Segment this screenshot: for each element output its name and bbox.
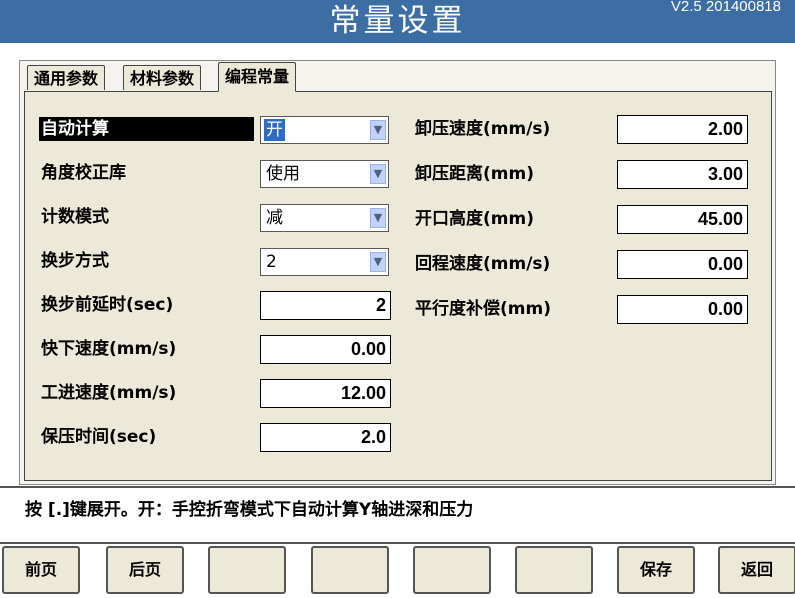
- save-button[interactable]: 保存: [617, 546, 695, 594]
- unload-speed-label: 卸压速度(mm/s): [415, 119, 551, 139]
- hold-time-label: 保压时间(sec): [41, 427, 157, 447]
- chevron-down-icon[interactable]: ▼: [370, 164, 386, 184]
- auto-calc-value: 开: [264, 119, 285, 141]
- tab-general-params[interactable]: 通用参数: [27, 65, 106, 90]
- chevron-down-icon[interactable]: ▼: [370, 208, 386, 228]
- auto-calc-select[interactable]: 开 ▼: [260, 116, 389, 144]
- angle-lib-select[interactable]: 使用 ▼: [260, 160, 389, 188]
- function-button-3[interactable]: [208, 546, 286, 594]
- unload-speed-input[interactable]: 2.00: [617, 115, 748, 144]
- fast-down-input[interactable]: 0.00: [260, 335, 391, 364]
- return-speed-label: 回程速度(mm/s): [415, 254, 551, 274]
- return-speed-input[interactable]: 0.00: [617, 250, 748, 279]
- back-button[interactable]: 返回: [718, 546, 795, 594]
- angle-lib-value: 使用: [266, 164, 300, 184]
- chevron-down-icon[interactable]: ▼: [370, 252, 386, 272]
- tab-programming-constants[interactable]: 编程常量: [218, 62, 297, 92]
- unload-dist-label: 卸压距离(mm): [415, 164, 534, 184]
- chevron-down-icon[interactable]: ▼: [370, 120, 386, 140]
- version-label: V2.5 201400818: [670, 0, 781, 15]
- parallel-comp-label: 平行度补偿(mm): [415, 299, 551, 319]
- work-speed-input[interactable]: 12.00: [260, 379, 391, 408]
- step-mode-label: 换步方式: [41, 251, 109, 271]
- function-button-6[interactable]: [515, 546, 593, 594]
- hint-text: 按 [.]键展开。开：手控折弯模式下自动计算Y轴进深和压力: [25, 500, 474, 520]
- step-mode-value: 2: [266, 252, 277, 272]
- work-speed-label: 工进速度(mm/s): [41, 383, 177, 403]
- fast-down-label: 快下速度(mm/s): [41, 339, 177, 359]
- unload-dist-input[interactable]: 3.00: [617, 160, 748, 189]
- angle-lib-label: 角度校正库: [41, 163, 126, 183]
- open-height-label: 开口高度(mm): [415, 209, 534, 229]
- open-height-input[interactable]: 45.00: [617, 205, 748, 234]
- count-mode-value: 减: [266, 208, 283, 228]
- next-page-button[interactable]: 后页: [106, 546, 184, 594]
- prev-page-button[interactable]: 前页: [2, 546, 80, 594]
- step-delay-input[interactable]: 2: [260, 291, 391, 320]
- divider: [0, 542, 795, 544]
- count-mode-select[interactable]: 减 ▼: [260, 204, 389, 232]
- auto-calc-label: 自动计算: [39, 117, 254, 141]
- function-button-5[interactable]: [413, 546, 491, 594]
- function-button-4[interactable]: [311, 546, 389, 594]
- settings-panel: [24, 91, 772, 481]
- tab-material-params[interactable]: 材料参数: [123, 65, 202, 90]
- count-mode-label: 计数模式: [41, 207, 109, 227]
- step-mode-select[interactable]: 2 ▼: [260, 248, 389, 276]
- step-delay-label: 换步前延时(sec): [41, 295, 174, 315]
- hold-time-input[interactable]: 2.0: [260, 423, 391, 452]
- parallel-comp-input[interactable]: 0.00: [617, 295, 748, 324]
